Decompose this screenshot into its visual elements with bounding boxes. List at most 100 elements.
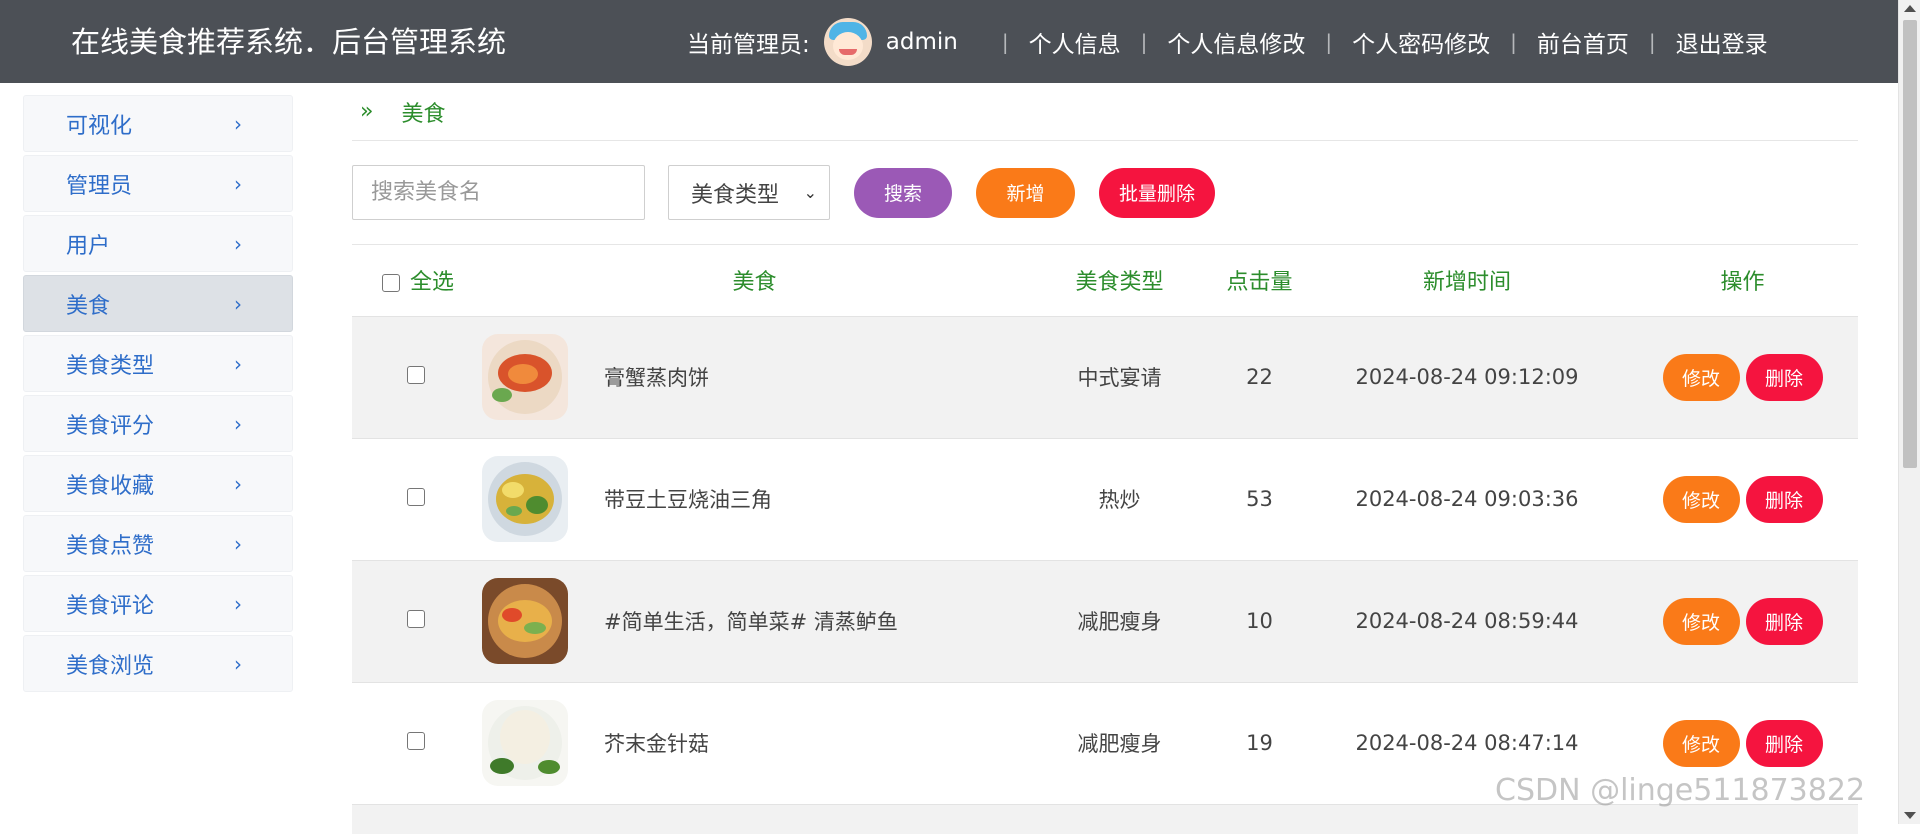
avatar: [823, 18, 872, 66]
crab-dish-image: [482, 334, 568, 420]
nav-separator: |: [1325, 30, 1333, 54]
scrollbar-thumb[interactable]: [1903, 20, 1917, 468]
row-checkbox[interactable]: [407, 610, 425, 628]
nav-link-front-home[interactable]: 前台首页: [1537, 25, 1629, 59]
sidebar-item-label: 美食评论: [66, 593, 155, 619]
column-header-food: 美食: [732, 270, 777, 296]
row-checkbox[interactable]: [407, 732, 425, 750]
nav-separator: |: [1140, 30, 1148, 54]
breadcrumb: » 美食: [352, 83, 1858, 141]
chevron-right-icon: ›: [234, 291, 242, 316]
edit-button[interactable]: 修改: [1662, 719, 1740, 767]
column-header-type: 美食类型: [1075, 270, 1164, 296]
app-title: 在线美食推荐系统．后台管理系统: [71, 25, 507, 59]
sidebar-item-food-ratings[interactable]: 美食评分 ›: [23, 395, 293, 452]
click-count: 19: [1246, 731, 1273, 755]
nav-link-logout[interactable]: 退出登录: [1676, 25, 1768, 59]
batch-delete-button[interactable]: 批量删除: [1099, 167, 1215, 218]
food-name: 膏蟹蒸肉饼: [604, 366, 709, 390]
sidebar-item-food-comments[interactable]: 美食评论 ›: [23, 575, 293, 632]
search-input[interactable]: [352, 165, 645, 220]
chevron-right-icon: ›: [234, 231, 242, 256]
select-all-header: 全选: [352, 245, 482, 316]
toolbar: 美食类型 ⌄ 搜索 新增 批量删除: [352, 141, 1858, 245]
food-type-select[interactable]: 美食类型 ⌄: [668, 165, 830, 220]
edit-button[interactable]: 修改: [1662, 475, 1740, 523]
food-name: 芥末金针菇: [604, 732, 709, 756]
sidebar-item-label: 可视化: [66, 113, 133, 139]
select-all-label: 全选: [410, 270, 455, 296]
sidebar-item-label: 美食类型: [66, 353, 155, 379]
click-count: 10: [1246, 609, 1273, 633]
chevron-right-icon: ›: [234, 651, 242, 676]
food-type-select-value: 美食类型: [691, 182, 780, 208]
top-header: 在线美食推荐系统．后台管理系统 当前管理员: admin | 个人信息 | 个人…: [0, 0, 1898, 83]
main-content: » 美食 美食类型 ⌄ 搜索 新增 批量删除 全选 美食 美食类型: [352, 83, 1858, 834]
food-name: 带豆土豆烧油三角: [604, 488, 772, 512]
watermark: CSDN @linge511873822: [1495, 773, 1866, 808]
enoki-mushroom-image: [482, 700, 568, 786]
chevron-down-icon: ⌄: [803, 183, 817, 202]
nav-separator: |: [1648, 30, 1656, 54]
sidebar-item-label: 美食收藏: [66, 473, 155, 499]
chevron-right-icon: ›: [234, 471, 242, 496]
click-count: 22: [1246, 365, 1273, 389]
food-type: 热炒: [1098, 488, 1141, 512]
sidebar-item-label: 美食浏览: [66, 653, 155, 679]
steamed-fish-image: [482, 578, 568, 664]
select-all-checkbox[interactable]: [382, 274, 400, 293]
table-row: 带豆土豆烧油三角 热炒 53 2024-08-24 09:03:36 修改 删除: [352, 438, 1858, 560]
food-type: 减肥瘦身: [1077, 610, 1162, 634]
delete-button[interactable]: 删除: [1745, 719, 1823, 767]
sidebar-item-label: 美食: [66, 293, 111, 319]
sidebar-item-users[interactable]: 用户 ›: [23, 215, 293, 272]
add-button[interactable]: 新增: [976, 167, 1075, 218]
food-type: 减肥瘦身: [1077, 732, 1162, 756]
delete-button[interactable]: 删除: [1745, 353, 1823, 401]
edit-button[interactable]: 修改: [1662, 597, 1740, 645]
admin-name: admin: [885, 29, 958, 55]
table-header-row: 全选 美食 美食类型 点击量 新增时间 操作: [352, 245, 1858, 316]
sidebar-item-food-views[interactable]: 美食浏览 ›: [23, 635, 293, 692]
sidebar-item-label: 美食点赞: [66, 533, 155, 559]
chevron-right-icon: ›: [234, 531, 242, 556]
nav-link-profile-edit[interactable]: 个人信息修改: [1167, 25, 1305, 59]
scroll-up-arrow-icon[interactable]: [1904, 5, 1916, 12]
sidebar-item-label: 用户: [66, 233, 111, 259]
chevron-right-icon: ›: [234, 591, 242, 616]
delete-button[interactable]: 删除: [1745, 597, 1823, 645]
sidebar-item-label: 美食评分: [66, 413, 155, 439]
search-button[interactable]: 搜索: [854, 167, 952, 218]
admin-label: 当前管理员:: [687, 32, 810, 58]
food-table: 全选 美食 美食类型 点击量 新增时间 操作 膏蟹蒸肉饼 中式宴请 22 202…: [352, 245, 1858, 834]
sidebar-item-label: 管理员: [66, 173, 133, 199]
created-time: 2024-08-24 09:03:36: [1355, 487, 1579, 511]
created-time: 2024-08-24 09:12:09: [1355, 365, 1579, 389]
chevron-right-icon: ›: [234, 411, 242, 436]
delete-button[interactable]: 删除: [1745, 475, 1823, 523]
nav-link-password-edit[interactable]: 个人密码修改: [1352, 25, 1490, 59]
sidebar-item-food-types[interactable]: 美食类型 ›: [23, 335, 293, 392]
double-chevron-right-icon: »: [360, 99, 374, 124]
sidebar-item-admins[interactable]: 管理员 ›: [23, 155, 293, 212]
nav-separator: |: [1001, 30, 1009, 54]
column-header-clicks: 点击量: [1226, 270, 1293, 296]
sidebar-item-food-likes[interactable]: 美食点赞 ›: [23, 515, 293, 572]
nav-link-profile[interactable]: 个人信息: [1029, 25, 1121, 59]
scroll-down-arrow-icon[interactable]: [1904, 812, 1916, 819]
sidebar-item-food[interactable]: 美食 ›: [23, 275, 293, 332]
row-checkbox[interactable]: [407, 488, 425, 506]
table-row: #简单生活，简单菜# 清蒸鲈鱼 减肥瘦身 10 2024-08-24 08:59…: [352, 560, 1858, 682]
table-row: [352, 804, 1858, 834]
row-checkbox[interactable]: [407, 366, 425, 384]
breadcrumb-current[interactable]: 美食: [401, 96, 445, 128]
sidebar-item-food-favorites[interactable]: 美食收藏 ›: [23, 455, 293, 512]
edit-button[interactable]: 修改: [1662, 353, 1740, 401]
vertical-scrollbar[interactable]: [1898, 0, 1920, 824]
nav-separator: |: [1510, 30, 1517, 54]
food-type: 中式宴请: [1077, 366, 1162, 390]
chevron-right-icon: ›: [234, 351, 242, 376]
sidebar-item-visualization[interactable]: 可视化 ›: [23, 95, 293, 152]
table-row: 膏蟹蒸肉饼 中式宴请 22 2024-08-24 09:12:09 修改 删除: [352, 316, 1858, 438]
top-nav: 当前管理员: admin | 个人信息 | 个人信息修改 | 个人密码修改 | …: [687, 18, 1768, 66]
